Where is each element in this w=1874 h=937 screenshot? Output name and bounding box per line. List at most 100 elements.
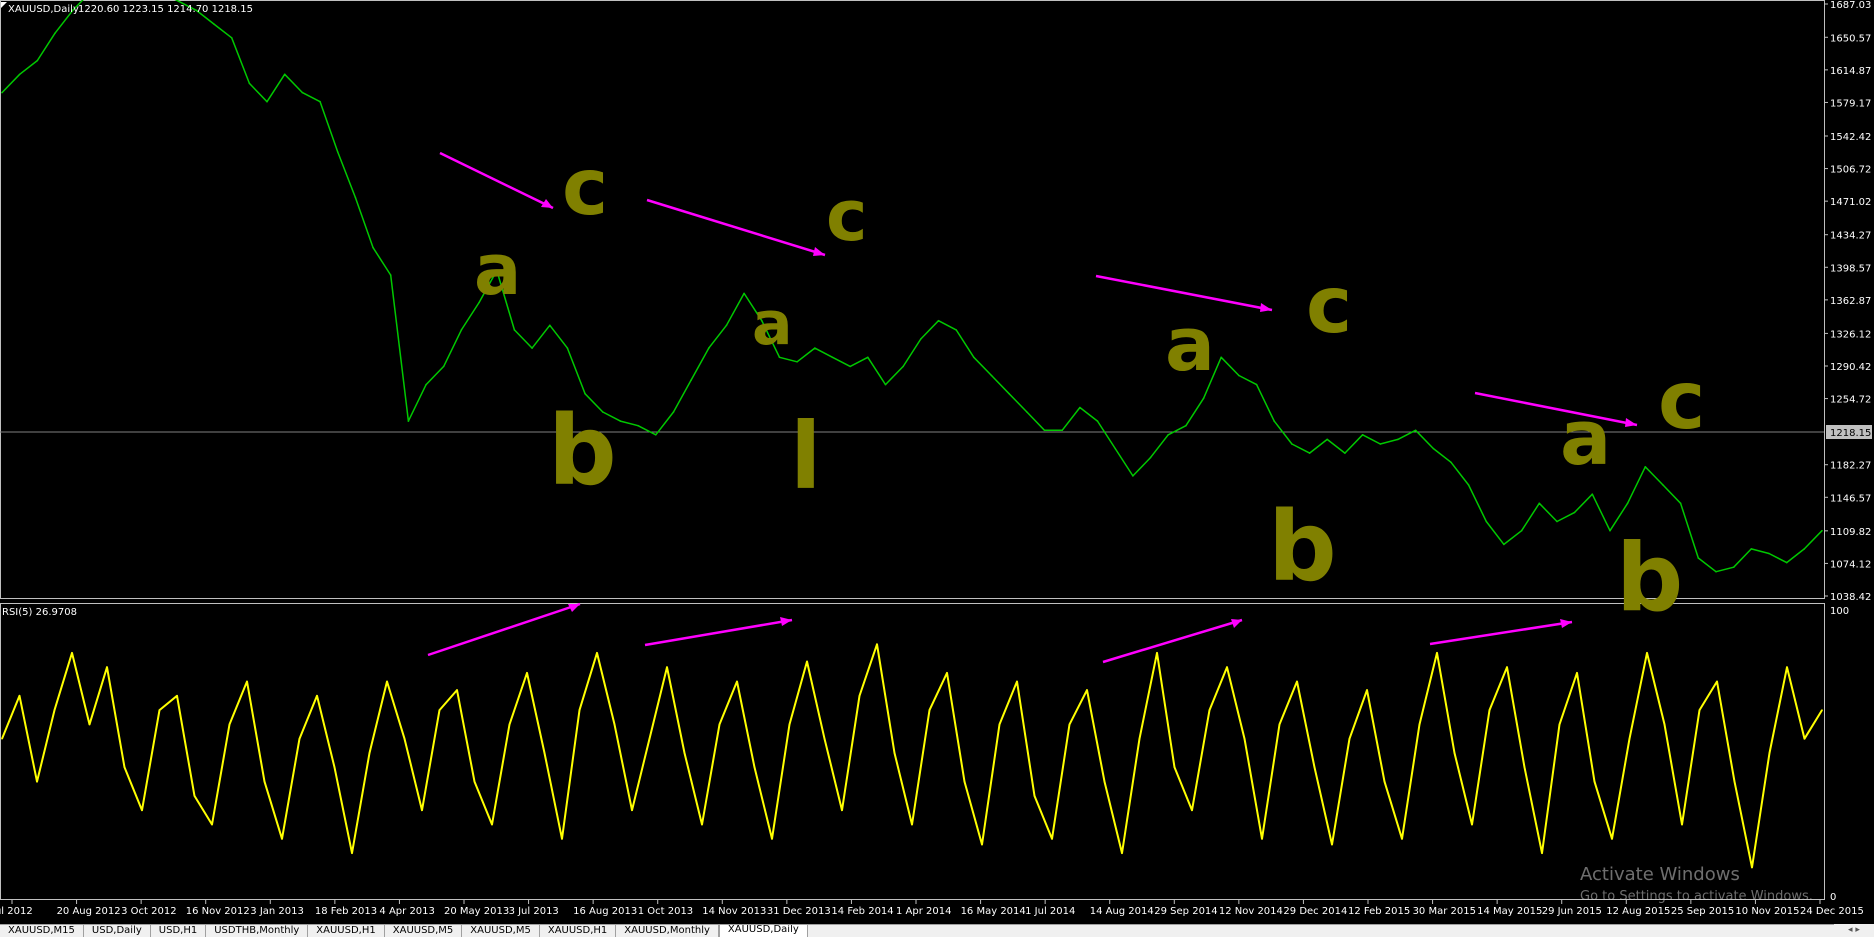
price-axis-label: 1254.72 <box>1830 395 1871 406</box>
price-line-point <box>1220 356 1222 359</box>
price-axis-label: 1542.42 <box>1830 132 1871 143</box>
rsi-line-point <box>683 752 686 754</box>
rsi-line-point <box>648 737 651 740</box>
price-line-point <box>1715 570 1717 573</box>
price-line-point <box>849 365 851 368</box>
chart-tab[interactable]: XAUUSD,M5 <box>462 925 540 937</box>
price-axis-label: 1614.87 <box>1830 66 1871 77</box>
rsi-line-point <box>1313 766 1316 769</box>
price-line-point <box>425 383 427 386</box>
rsi-line-point <box>351 852 353 854</box>
chart-tab[interactable]: XAUUSD,H1 <box>540 925 617 937</box>
rsi-line-point <box>473 780 476 783</box>
rsi-line-point <box>1226 666 1228 668</box>
rsi-line-point <box>1383 780 1386 783</box>
price-line-point <box>513 329 516 331</box>
tab-scroll-arrows[interactable]: ◂ ▸ <box>1834 924 1874 936</box>
rsi-line-point <box>1121 852 1123 854</box>
date-axis-label: 29 Sep 2014 <box>1154 906 1217 917</box>
price-line-point <box>1485 520 1488 523</box>
chart-area[interactable]: 1687.03 1650.57 1614.87 1579.17 1542.42 1506.… <box>0 0 1874 924</box>
price-line-point <box>1202 397 1205 400</box>
rsi-line-point <box>1436 652 1438 654</box>
rsi-label: RSI(5) 26.9708 <box>2 607 77 618</box>
rsi-line-point <box>421 809 423 811</box>
rsi-line-point <box>806 660 808 663</box>
rsi-line-point <box>911 823 913 826</box>
price-line-point <box>1750 548 1753 550</box>
price-line-point <box>1043 429 1046 432</box>
rsi-line-point <box>1191 809 1193 811</box>
rsi-line-point <box>18 695 21 697</box>
price-line-point <box>1432 447 1435 450</box>
date-axis-label: 20 Aug 2012 <box>57 906 121 917</box>
date-axis-label: 25 Sep 2015 <box>1671 906 1734 917</box>
price-line-point <box>1096 420 1099 422</box>
rsi-line-point <box>1471 823 1473 826</box>
date-axis-label: 16 Aug 2013 <box>573 906 637 917</box>
date-axis-label: 14 Feb 2014 <box>831 906 893 917</box>
price-line-point <box>354 196 357 199</box>
rsi-line-point <box>771 838 773 840</box>
price-line-point <box>1609 529 1611 532</box>
price-line-point <box>619 420 622 422</box>
rsi-line-point <box>526 672 528 674</box>
rsi-line-point <box>666 666 668 668</box>
price-line-point <box>442 365 445 368</box>
rsi-line-point <box>981 843 983 846</box>
chart-tab[interactable]: XAUUSD,Daily <box>718 925 808 937</box>
price-line-point <box>54 32 56 34</box>
rsi-line-point <box>1331 843 1333 846</box>
price-axis-label: 1506.72 <box>1830 165 1871 176</box>
chart-tab[interactable]: USD,Daily <box>84 925 151 937</box>
rsi-line-point <box>1698 709 1701 711</box>
price-line-point <box>1291 443 1293 445</box>
rsi-line-point <box>298 737 301 740</box>
rsi-line-point <box>1068 723 1071 726</box>
annotation-letter: a <box>1560 393 1611 482</box>
price-line-point <box>1785 561 1788 564</box>
chart-tab[interactable]: XAUUSD,H1 <box>308 925 385 937</box>
rsi-line-point <box>141 809 143 811</box>
rsi-line-point <box>316 695 318 697</box>
rsi-line-point <box>613 723 616 726</box>
price-line-point <box>1132 475 1134 477</box>
price-line-point <box>1697 557 1700 559</box>
date-axis-label: 14 May 2015 <box>1477 906 1542 917</box>
annotation-letter: a <box>1165 302 1215 388</box>
price-line-point <box>1679 502 1682 505</box>
annotation-letter: c <box>1306 261 1352 351</box>
rsi-line-point <box>228 723 231 726</box>
price-line-point <box>1821 529 1823 532</box>
price-line-point <box>213 23 215 25</box>
chart-tab[interactable]: USD,H1 <box>151 925 207 937</box>
chart-tab[interactable]: XAUUSD,M5 <box>385 925 463 937</box>
rsi-line-point <box>491 823 493 826</box>
price-line-point <box>955 329 957 331</box>
chart-tab[interactable]: XAUUSD,M15 <box>0 925 84 937</box>
date-axis-label: 16 May 2014 <box>961 906 1026 917</box>
price-line-point <box>566 347 569 349</box>
price-line-point <box>725 324 728 327</box>
rsi-line-point <box>946 672 948 674</box>
price-line-point <box>1344 452 1346 454</box>
chart-tab[interactable]: USDTHB,Monthly <box>206 925 309 937</box>
rsi-line-point <box>1418 723 1421 726</box>
rsi-line-point <box>893 752 896 754</box>
rsi-line-point <box>71 652 73 654</box>
price-line-point <box>637 424 639 427</box>
rsi-line-point <box>1663 723 1666 726</box>
price-axis-label: 1182.27 <box>1830 461 1871 472</box>
rsi-line-point <box>1296 680 1298 683</box>
rsi-line-point <box>823 737 826 740</box>
date-axis-label: 1 Jul 2014 <box>1025 906 1075 917</box>
rsi-line-point <box>1628 737 1631 740</box>
price-line-point <box>1626 502 1629 505</box>
price-line-point <box>1467 484 1470 486</box>
rsi-line-point <box>718 723 721 726</box>
rsi-line-point <box>333 766 336 769</box>
price-line-point <box>1 91 3 94</box>
price-line-point <box>18 73 21 76</box>
rsi-line-point <box>1611 838 1613 840</box>
chart-tab[interactable]: XAUUSD,Monthly <box>616 925 719 937</box>
